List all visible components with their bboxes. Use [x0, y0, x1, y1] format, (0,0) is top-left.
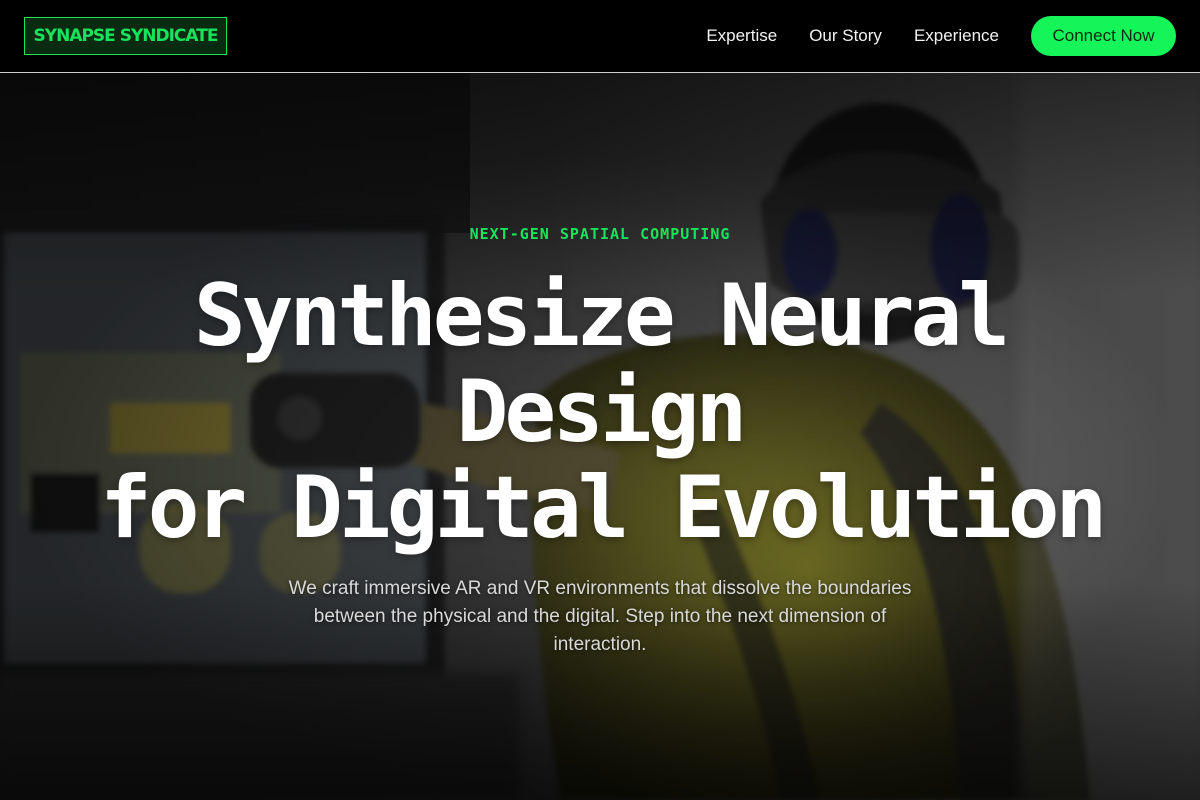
- headline-line: for Digital Evolution: [100, 458, 1107, 558]
- connect-now-button[interactable]: Connect Now: [1031, 16, 1176, 56]
- hero-subtext: We craft immersive AR and VR environment…: [288, 578, 912, 655]
- nav-link-our-story[interactable]: Our Story: [809, 26, 882, 46]
- headline-line: Design: [456, 362, 748, 462]
- hero-section: NEXT-GEN SPATIAL COMPUTING Synthesize Ne…: [0, 73, 1200, 800]
- landing-page: SYNAPSE SYNDICATE Expertise Our Story Ex…: [0, 0, 1200, 800]
- nav-link-expertise[interactable]: Expertise: [706, 26, 777, 46]
- hero-eyebrow: NEXT-GEN SPATIAL COMPUTING: [469, 225, 731, 243]
- hero-headline: Synthesize Neural Design for Digital Evo…: [100, 266, 1107, 558]
- top-navigation: SYNAPSE SYNDICATE Expertise Our Story Ex…: [0, 0, 1200, 73]
- nav-link-experience[interactable]: Experience: [914, 26, 999, 46]
- nav-links: Expertise Our Story Experience: [706, 0, 999, 72]
- headline-line: Synthesize Neural: [193, 266, 1010, 366]
- brand-logo[interactable]: SYNAPSE SYNDICATE: [24, 17, 227, 55]
- hero-content: NEXT-GEN SPATIAL COMPUTING Synthesize Ne…: [0, 73, 1200, 800]
